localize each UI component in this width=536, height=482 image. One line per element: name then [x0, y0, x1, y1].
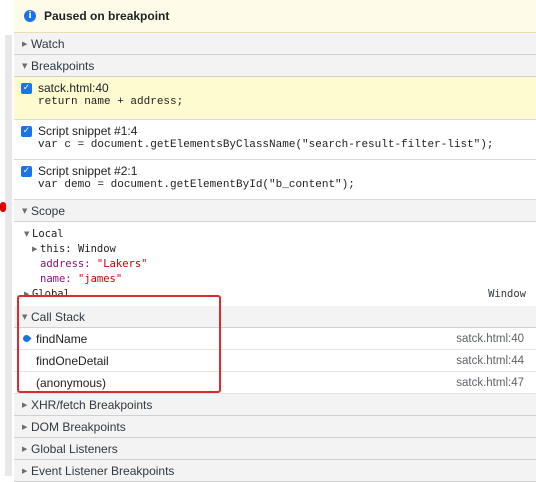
- frame-source[interactable]: satck.html:40: [456, 333, 524, 345]
- breakpoint-item[interactable]: ✓ Script snippet #1:4 var c = document.g…: [14, 120, 536, 160]
- checkbox[interactable]: ✓: [21, 126, 32, 137]
- section-event-listener-breakpoints[interactable]: ▶ Event Listener Breakpoints: [14, 460, 536, 482]
- scope-this-row[interactable]: ▶ this: Window: [24, 241, 536, 256]
- section-xhr-label: XHR/fetch Breakpoints: [31, 397, 153, 412]
- scope-global-value: Window: [488, 287, 526, 300]
- call-stack-frame[interactable]: (anonymous) satck.html:47: [14, 372, 536, 394]
- call-stack-frame[interactable]: findName satck.html:40: [14, 328, 536, 350]
- frame-source[interactable]: satck.html:47: [456, 377, 524, 389]
- debugger-sidebar: i Paused on breakpoint ▶ Watch ▼ Breakpo…: [14, 0, 536, 482]
- scope-address-row: address: "Lakers": [24, 256, 536, 271]
- scope-address-key: address:: [40, 257, 91, 270]
- frame-source[interactable]: satck.html:44: [456, 355, 524, 367]
- scope-address-value: "Lakers": [96, 257, 148, 270]
- section-dom-label: DOM Breakpoints: [31, 419, 126, 434]
- section-call-stack[interactable]: ▼ Call Stack: [14, 306, 536, 328]
- scope-name-value: "james": [77, 272, 123, 285]
- section-watch[interactable]: ▶ Watch: [14, 33, 536, 55]
- triangle-right-icon: ▶: [22, 444, 28, 453]
- section-event-listener-label: Event Listener Breakpoints: [31, 463, 175, 478]
- scope-name-row: name: "james": [24, 271, 536, 286]
- breakpoint-location: Script snippet #1:4: [38, 124, 138, 138]
- paused-message: Paused on breakpoint: [44, 9, 170, 23]
- breakpoint-code: var demo = document.getElementById("b_co…: [38, 179, 355, 191]
- breakpoint-code: return name + address;: [38, 96, 184, 108]
- triangle-down-icon: ▼: [22, 61, 28, 70]
- scope-name-key: name:: [40, 272, 72, 285]
- triangle-right-icon: ▶: [22, 39, 28, 48]
- section-watch-label: Watch: [31, 36, 65, 51]
- triangle-right-icon: ▶: [22, 400, 28, 409]
- section-breakpoints-label: Breakpoints: [31, 58, 95, 73]
- checkbox[interactable]: ✓: [21, 83, 32, 94]
- scope-local[interactable]: ▼ Local: [24, 226, 536, 241]
- frame-function: (anonymous): [36, 375, 107, 390]
- scope-global-label: Global: [32, 287, 70, 300]
- breakpoint-location: Script snippet #2:1: [38, 164, 138, 178]
- breakpoint-item[interactable]: ✓ Script snippet #2:1 var demo = documen…: [14, 160, 536, 200]
- triangle-right-icon: ▶: [32, 244, 38, 253]
- current-frame-icon: [21, 333, 32, 344]
- editor-gutter: [0, 0, 14, 476]
- triangle-right-icon: ▶: [22, 466, 28, 475]
- section-breakpoints[interactable]: ▼ Breakpoints: [14, 55, 536, 77]
- triangle-right-icon: ▶: [24, 289, 30, 298]
- scope-global[interactable]: ▶ Global Window: [24, 286, 536, 301]
- breakpoint-location: satck.html:40: [38, 81, 109, 95]
- scope-panel: ▼ Local ▶ this: Window address: "Lakers"…: [14, 222, 536, 306]
- breakpoint-marker: [0, 202, 6, 212]
- triangle-down-icon: ▼: [24, 229, 30, 238]
- section-global-listeners-label: Global Listeners: [31, 441, 118, 456]
- triangle-down-icon: ▼: [22, 312, 28, 321]
- section-dom-breakpoints[interactable]: ▶ DOM Breakpoints: [14, 416, 536, 438]
- info-icon: i: [24, 10, 36, 22]
- paused-banner: i Paused on breakpoint: [14, 0, 536, 33]
- section-scope[interactable]: ▼ Scope: [14, 200, 536, 222]
- triangle-down-icon: ▼: [22, 206, 28, 215]
- section-global-listeners[interactable]: ▶ Global Listeners: [14, 438, 536, 460]
- section-xhr-breakpoints[interactable]: ▶ XHR/fetch Breakpoints: [14, 394, 536, 416]
- checkbox[interactable]: ✓: [21, 166, 32, 177]
- frame-function: findOneDetail: [36, 353, 109, 368]
- call-stack-frame[interactable]: findOneDetail satck.html:44: [14, 350, 536, 372]
- breakpoint-code: var c = document.getElementsByClassName(…: [38, 139, 494, 151]
- triangle-right-icon: ▶: [22, 422, 28, 431]
- scope-local-label: Local: [32, 227, 64, 240]
- scrollbar-track[interactable]: [5, 35, 12, 476]
- scope-this-value: Window: [77, 242, 116, 255]
- frame-function: findName: [36, 331, 88, 346]
- scope-this-key: this:: [40, 242, 72, 255]
- section-call-stack-label: Call Stack: [31, 309, 86, 324]
- section-scope-label: Scope: [31, 203, 66, 218]
- breakpoint-item[interactable]: ✓ satck.html:40 return name + address;: [14, 77, 536, 120]
